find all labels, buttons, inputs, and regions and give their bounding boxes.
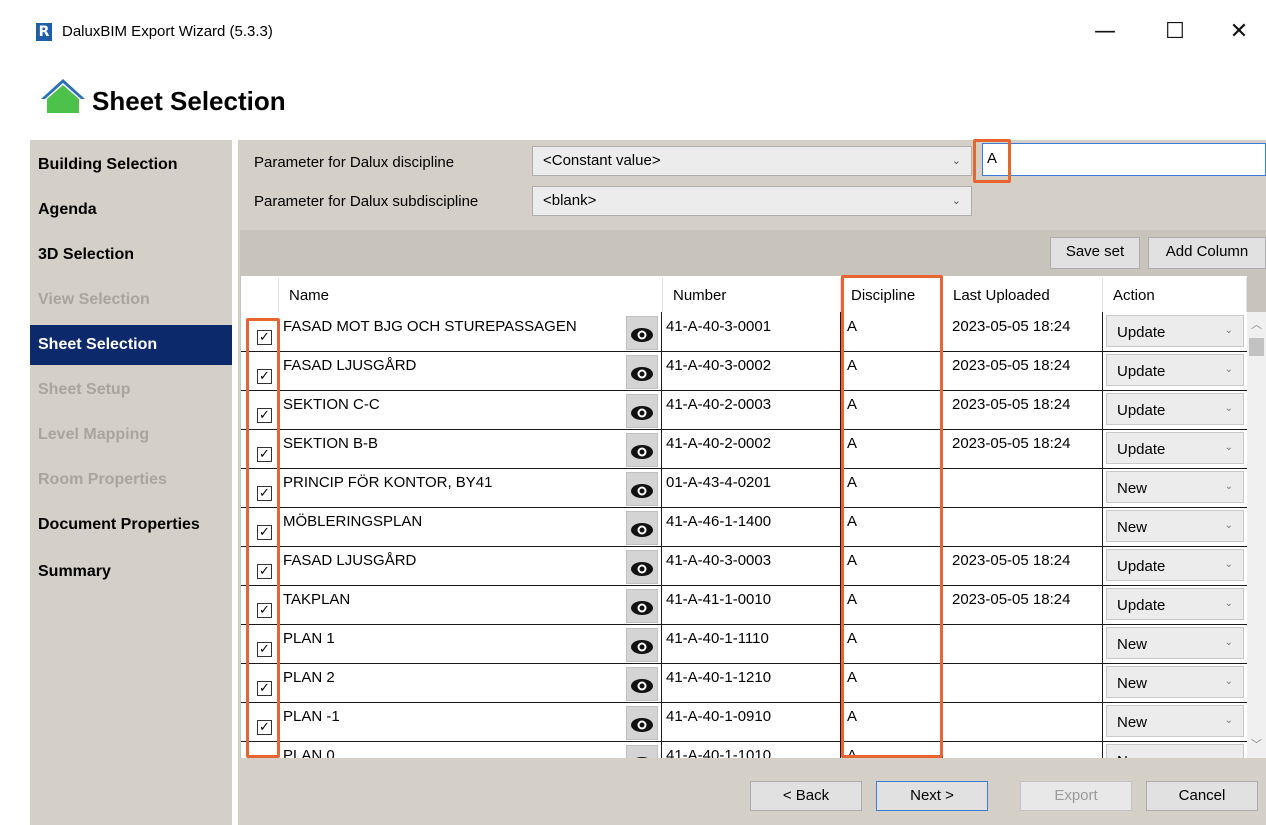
export-button[interactable]: Export bbox=[1020, 781, 1132, 811]
scroll-up-icon[interactable]: ︿ bbox=[1251, 316, 1262, 332]
grid-scrollbar[interactable] bbox=[1247, 312, 1266, 758]
highlight-discipline-column bbox=[841, 275, 943, 758]
scroll-down-icon[interactable]: ﹀ bbox=[1251, 736, 1262, 752]
table-row[interactable]: ✓PLAN 041-A-40-1-1010ANew⌄ bbox=[0, 0, 1266, 758]
wizard-window: R DaluxBIM Export Wizard (5.3.3) — ☐ ✕ S… bbox=[0, 0, 1266, 825]
highlight-checkbox-column bbox=[246, 318, 280, 758]
grid-scrollbar-thumb[interactable] bbox=[1249, 338, 1264, 356]
next-button[interactable]: Next > bbox=[876, 781, 988, 811]
back-button[interactable]: < Back bbox=[750, 781, 862, 811]
cancel-button[interactable]: Cancel bbox=[1146, 781, 1258, 811]
